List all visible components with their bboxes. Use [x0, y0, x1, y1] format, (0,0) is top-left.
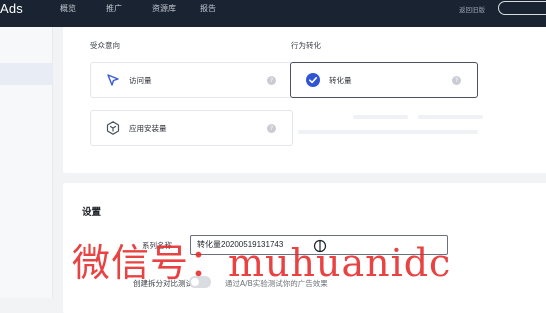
objective-traffic-label: 访问量	[129, 76, 152, 85]
help-icon[interactable]: ?	[267, 76, 276, 85]
nav-library[interactable]: 资源库	[152, 3, 176, 14]
back-to-old-version-link[interactable]: 返回旧版	[459, 4, 485, 14]
search-pill[interactable]	[498, 1, 546, 15]
objective-app-install-option[interactable]: 应用安装量 ?	[90, 110, 293, 146]
placeholder-line	[418, 115, 483, 119]
placeholder-line	[298, 130, 478, 134]
objective-traffic-option[interactable]: 访问量 ?	[90, 62, 293, 98]
split-test-description: 通过A/B实验测试你的广告效果	[225, 279, 328, 288]
behavior-conversion-label: 行为转化	[291, 41, 321, 50]
series-name-label: 系列名称	[142, 241, 172, 250]
settings-card: 设置 系列名称 转化量20200519131743 创建拆分对比测试 通过A/B…	[63, 183, 546, 313]
split-test-label: 创建拆分对比测试	[133, 279, 193, 288]
help-icon[interactable]: ?	[452, 76, 461, 85]
objective-card: 受众意向 行为转化 访问量 ? 应用安装量 ? 转化量 ?	[63, 27, 546, 173]
nav-promotion[interactable]: 推广	[106, 3, 122, 14]
cursor-arrow-icon	[107, 74, 119, 86]
objective-conversion-label: 转化量	[329, 76, 352, 85]
left-sidebar	[0, 27, 53, 298]
nav-reports[interactable]: 报告	[200, 3, 216, 14]
placeholder-line	[353, 115, 408, 119]
objective-app-install-label: 应用安装量	[129, 124, 167, 133]
split-test-toggle[interactable]	[189, 276, 211, 288]
brand-logo[interactable]: Ads	[0, 1, 23, 16]
cube-icon	[106, 121, 120, 135]
text-cursor-icon	[313, 239, 327, 253]
top-navigation-bar: Ads 概览 推广 资源库 报告 返回旧版	[0, 0, 546, 27]
check-circle-icon	[306, 73, 320, 87]
nav-overview[interactable]: 概览	[60, 3, 76, 14]
settings-title: 设置	[82, 207, 102, 218]
audience-intent-label: 受众意向	[90, 41, 120, 50]
objective-conversion-option[interactable]: 转化量 ?	[290, 62, 478, 98]
sidebar-selected-item[interactable]	[0, 63, 53, 85]
help-icon[interactable]: ?	[267, 124, 276, 133]
